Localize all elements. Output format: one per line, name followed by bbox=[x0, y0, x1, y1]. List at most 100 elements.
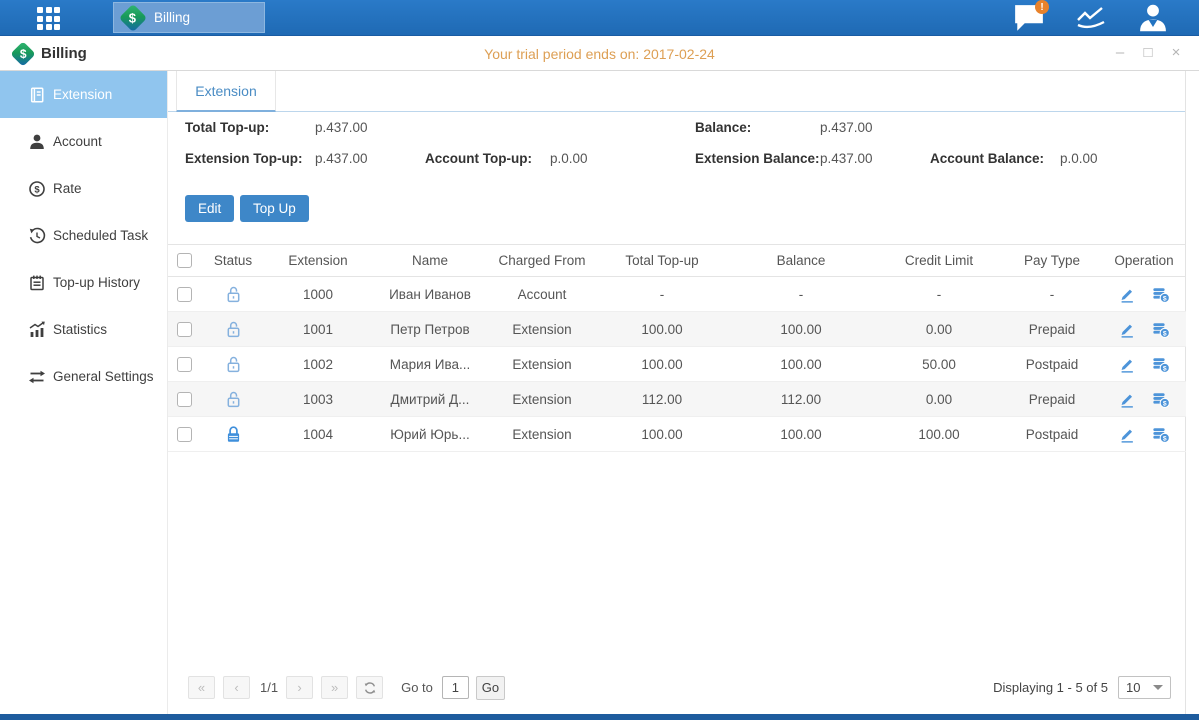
top-up-button[interactable]: Top Up bbox=[240, 195, 309, 222]
cell-credit-limit: 0.00 bbox=[876, 392, 1002, 407]
sidebar-item-label: Scheduled Task bbox=[53, 228, 148, 243]
cell-total-topup: 100.00 bbox=[598, 357, 726, 372]
user-icon[interactable] bbox=[1137, 4, 1169, 32]
page-size-select[interactable]: 10 bbox=[1118, 676, 1171, 699]
topup-coins-icon[interactable]: $ bbox=[1152, 285, 1170, 304]
sidebar-item-scheduled-task[interactable]: Scheduled Task bbox=[0, 212, 167, 259]
extension-table: Status Extension Name Charged From Total… bbox=[168, 244, 1186, 452]
ledger-icon bbox=[28, 86, 46, 104]
cell-pay-type: - bbox=[1002, 287, 1102, 302]
row-checkbox[interactable] bbox=[177, 427, 192, 442]
sidebar-item-label: Extension bbox=[53, 87, 112, 102]
refresh-button[interactable] bbox=[356, 676, 383, 699]
edit-pencil-icon[interactable] bbox=[1118, 320, 1136, 339]
bar-chart-icon bbox=[28, 321, 46, 339]
sidebar-item-label: General Settings bbox=[53, 369, 154, 384]
svg-text:$: $ bbox=[34, 184, 40, 195]
tab-extension[interactable]: Extension bbox=[176, 71, 276, 112]
svg-text:$: $ bbox=[1163, 365, 1167, 372]
cell-total-topup: 100.00 bbox=[598, 322, 726, 337]
messages-icon[interactable]: ! bbox=[1013, 4, 1045, 32]
cell-pay-type: Prepaid bbox=[1002, 322, 1102, 337]
cell-total-topup: 112.00 bbox=[598, 392, 726, 407]
sidebar-item-general-settings[interactable]: General Settings bbox=[0, 353, 167, 400]
sidebar-item-label: Top-up History bbox=[53, 275, 140, 290]
column-header-pay-type: Pay Type bbox=[1002, 253, 1102, 268]
sidebar-item-account[interactable]: Account bbox=[0, 118, 167, 165]
notepad-icon bbox=[28, 274, 46, 292]
cell-extension: 1003 bbox=[262, 392, 374, 407]
balance-value: p.437.00 bbox=[820, 120, 873, 135]
cell-charged-from: Account bbox=[486, 287, 598, 302]
cell-name: Дмитрий Д... bbox=[374, 392, 486, 407]
cell-charged-from: Extension bbox=[486, 357, 598, 372]
account-topup-value: p.0.00 bbox=[550, 151, 588, 166]
column-header-operation: Operation bbox=[1102, 253, 1186, 268]
sidebar: Extension Account $ Rate Scheduled Task … bbox=[0, 71, 168, 714]
cell-charged-from: Extension bbox=[486, 427, 598, 442]
column-header-status: Status bbox=[204, 253, 262, 268]
cell-balance: - bbox=[726, 287, 876, 302]
page-size-value: 10 bbox=[1126, 680, 1140, 695]
account-balance-label: Account Balance: bbox=[930, 151, 1044, 166]
cell-charged-from: Extension bbox=[486, 392, 598, 407]
cell-pay-type: Postpaid bbox=[1002, 357, 1102, 372]
sidebar-item-rate[interactable]: $ Rate bbox=[0, 165, 167, 212]
first-page-button[interactable]: « bbox=[188, 676, 215, 699]
row-checkbox[interactable] bbox=[177, 322, 192, 337]
select-all-checkbox[interactable] bbox=[177, 253, 192, 268]
go-button[interactable]: Go bbox=[476, 676, 505, 700]
window-titlebar: $ Billing Your trial period ends on: 201… bbox=[0, 36, 1199, 71]
cell-balance: 100.00 bbox=[726, 427, 876, 442]
topup-coins-icon[interactable]: $ bbox=[1152, 320, 1170, 339]
next-page-button[interactable]: › bbox=[286, 676, 313, 699]
svg-text:$: $ bbox=[1163, 435, 1167, 442]
apps-grid-icon[interactable] bbox=[37, 7, 60, 30]
sidebar-item-extension[interactable]: Extension bbox=[0, 71, 167, 118]
svg-text:$: $ bbox=[1163, 295, 1167, 302]
lock-open-icon bbox=[225, 286, 242, 301]
edit-button[interactable]: Edit bbox=[185, 195, 234, 222]
account-topup-label: Account Top-up: bbox=[425, 151, 532, 166]
edit-pencil-icon[interactable] bbox=[1118, 425, 1136, 444]
extension-balance-label: Extension Balance: bbox=[695, 151, 820, 166]
column-header-name: Name bbox=[374, 253, 486, 268]
tab-strip: Extension bbox=[168, 71, 1185, 112]
topup-coins-icon[interactable]: $ bbox=[1152, 390, 1170, 409]
cell-pay-type: Postpaid bbox=[1002, 427, 1102, 442]
topup-coins-icon[interactable]: $ bbox=[1152, 355, 1170, 374]
svg-text:$: $ bbox=[1163, 400, 1167, 407]
edit-pencil-icon[interactable] bbox=[1118, 390, 1136, 409]
table-row: 1001 Петр Петров Extension 100.00 100.00… bbox=[168, 312, 1186, 347]
page-indicator: 1/1 bbox=[260, 680, 278, 695]
sidebar-item-statistics[interactable]: Statistics bbox=[0, 306, 167, 353]
edit-pencil-icon[interactable] bbox=[1118, 355, 1136, 374]
cell-name: Мария Ива... bbox=[374, 357, 486, 372]
table-header-row: Status Extension Name Charged From Total… bbox=[168, 244, 1186, 277]
close-button[interactable]: × bbox=[1167, 43, 1185, 63]
column-header-balance: Balance bbox=[726, 253, 876, 268]
prev-page-button[interactable]: ‹ bbox=[223, 676, 250, 699]
chevron-down-icon bbox=[1153, 685, 1163, 690]
row-checkbox[interactable] bbox=[177, 357, 192, 372]
edit-pencil-icon[interactable] bbox=[1118, 285, 1136, 304]
cell-total-topup: - bbox=[598, 287, 726, 302]
goto-page-input[interactable] bbox=[442, 676, 469, 699]
last-page-button[interactable]: » bbox=[321, 676, 348, 699]
sidebar-item-topup-history[interactable]: Top-up History bbox=[0, 259, 167, 306]
extension-topup-label: Extension Top-up: bbox=[185, 151, 303, 166]
svg-text:$: $ bbox=[1163, 330, 1167, 337]
taskbar-tab-label: Billing bbox=[154, 10, 190, 25]
cell-credit-limit: - bbox=[876, 287, 1002, 302]
desktop-bottom-strip bbox=[0, 714, 1199, 720]
sidebar-item-label: Statistics bbox=[53, 322, 107, 337]
cell-credit-limit: 100.00 bbox=[876, 427, 1002, 442]
minimize-button[interactable]: – bbox=[1111, 43, 1129, 63]
maximize-button[interactable]: □ bbox=[1139, 43, 1157, 63]
resource-monitor-icon[interactable] bbox=[1075, 4, 1107, 32]
taskbar-tab-billing[interactable]: $ Billing bbox=[113, 2, 265, 33]
topup-coins-icon[interactable]: $ bbox=[1152, 425, 1170, 444]
row-checkbox[interactable] bbox=[177, 287, 192, 302]
sidebar-item-label: Rate bbox=[53, 181, 82, 196]
row-checkbox[interactable] bbox=[177, 392, 192, 407]
